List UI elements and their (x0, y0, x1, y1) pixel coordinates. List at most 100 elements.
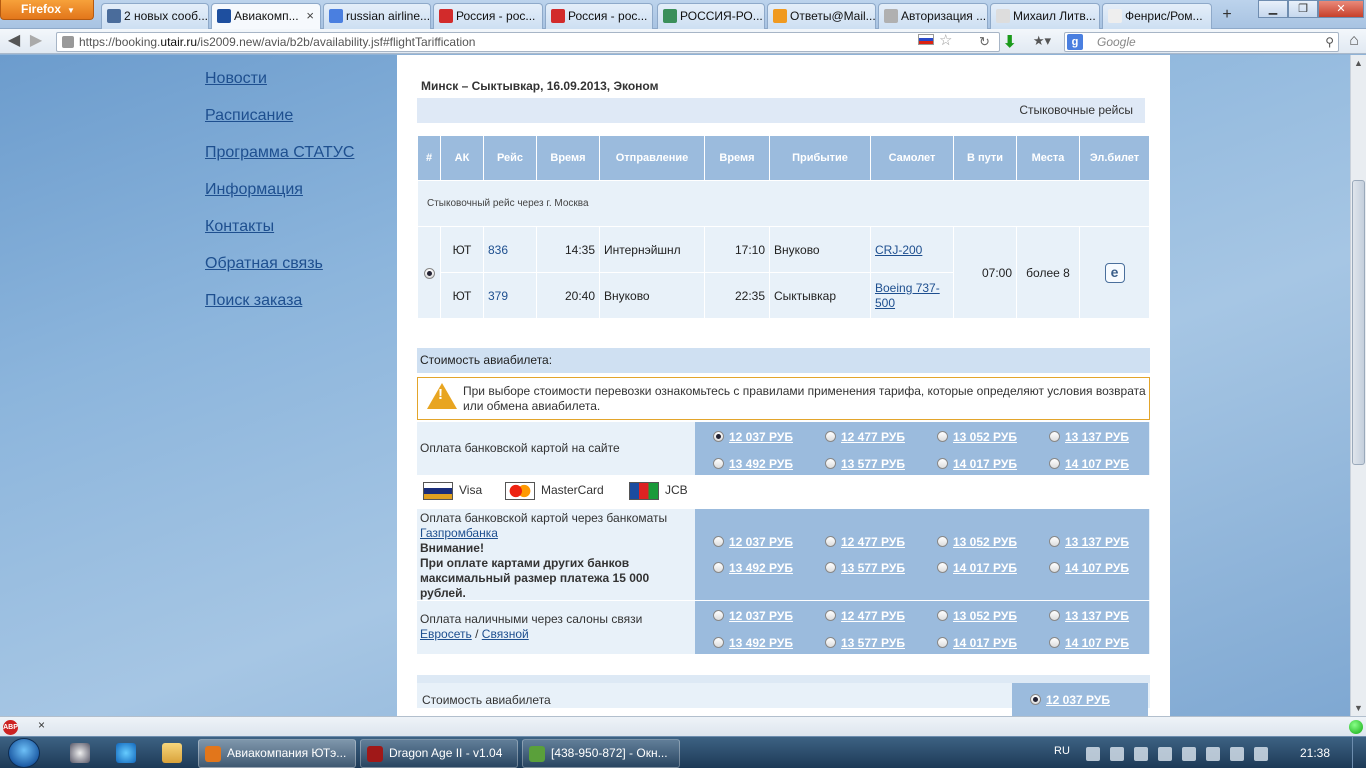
price-option[interactable]: 13 052 РУБ (937, 609, 1017, 623)
close-window-button[interactable]: ✕ (1318, 0, 1364, 18)
radio-icon[interactable] (937, 636, 948, 648)
home-icon[interactable]: ⌂ (1344, 31, 1364, 51)
radio-icon[interactable] (1049, 561, 1060, 573)
bookmark-star-icon[interactable]: ☆ (939, 32, 952, 50)
back-icon[interactable]: ◀ (4, 31, 24, 51)
aircraft-link[interactable]: CRJ-200 (875, 243, 922, 257)
browser-tab[interactable]: Россия - рос... (433, 3, 543, 29)
radio-selected-icon[interactable] (423, 267, 435, 279)
price-option[interactable]: 14 107 РУБ (1049, 636, 1129, 650)
restore-button[interactable]: ❐ (1288, 0, 1318, 18)
aircraft-link[interactable]: Boeing 737-500 (875, 281, 940, 310)
price-option[interactable]: 14 017 РУБ (937, 561, 1017, 575)
browser-tab[interactable]: Михаил Литв... (990, 3, 1100, 29)
flight-select-radio[interactable] (418, 227, 440, 318)
radio-icon[interactable] (713, 609, 724, 621)
sidebar-item[interactable]: Новости (205, 70, 267, 88)
browser-tab[interactable]: russian airline... (323, 3, 431, 29)
price-option[interactable]: 13 137 РУБ (1049, 430, 1129, 444)
show-desktop-button[interactable] (1352, 737, 1366, 768)
firefox-menu-button[interactable]: Firefox ▼ (0, 0, 94, 20)
url-bar[interactable]: https://booking.utair.ru/is2009.new/avia… (56, 32, 1000, 52)
taskbar-task[interactable]: [438-950-872] - Окн... (522, 739, 680, 768)
sidebar-item[interactable]: Контакты (205, 218, 274, 236)
tray-icon[interactable] (1158, 747, 1172, 761)
signal-tray-icon[interactable] (1254, 747, 1268, 761)
radio-icon[interactable] (825, 636, 836, 648)
radio-icon[interactable] (1049, 609, 1060, 621)
browser-tab[interactable]: 2 новых сооб... (101, 3, 209, 29)
bookmarks-menu-icon[interactable]: ★▾ (1028, 31, 1056, 51)
price-option[interactable]: 14 107 РУБ (1049, 457, 1129, 471)
price-option[interactable]: 14 017 РУБ (937, 636, 1017, 650)
radio-selected-icon[interactable] (713, 430, 724, 442)
close-addon-bar-icon[interactable]: × (38, 718, 45, 732)
total-price-option[interactable]: 12 037 РУБ (1030, 693, 1110, 707)
browser-tab[interactable]: Россия - рос... (545, 3, 653, 29)
price-option[interactable]: 12 477 РУБ (825, 430, 905, 444)
scroll-up-icon[interactable]: ▲ (1351, 55, 1366, 71)
start-button[interactable] (2, 737, 46, 768)
radio-icon[interactable] (1049, 535, 1060, 547)
scroll-thumb[interactable] (1352, 180, 1365, 465)
euroset-link[interactable]: Евросеть (420, 627, 472, 641)
search-input[interactable]: g Google ⚲ (1064, 32, 1339, 52)
price-option[interactable]: 13 492 РУБ (713, 561, 793, 575)
sidebar-item[interactable]: Поиск заказа (205, 292, 302, 310)
radio-icon[interactable] (713, 561, 724, 573)
radio-icon[interactable] (937, 561, 948, 573)
flight-number-link[interactable]: 836 (488, 243, 508, 257)
price-option[interactable]: 13 577 РУБ (825, 636, 905, 650)
radio-icon[interactable] (825, 535, 836, 547)
taskbar-task[interactable]: Авиакомпания ЮТэ... (198, 739, 356, 768)
adblock-plus-icon[interactable]: ABP (3, 720, 18, 735)
radio-icon[interactable] (937, 457, 948, 469)
tab-close-icon[interactable]: × (306, 4, 314, 28)
table-row[interactable]: ЮТ 836 14:35 Интернэйшнл 17:10 Внуково C… (418, 227, 1149, 318)
tray-icon[interactable] (1134, 747, 1148, 761)
taskbar-task[interactable]: Dragon Age II - v1.04 (360, 739, 518, 768)
price-option[interactable]: 13 137 РУБ (1049, 609, 1129, 623)
price-option[interactable]: 12 477 РУБ (825, 609, 905, 623)
vertical-scrollbar[interactable]: ▲ ▼ (1350, 55, 1366, 716)
price-option[interactable]: 12 037 РУБ (713, 609, 793, 623)
google-icon[interactable]: g (1067, 34, 1083, 50)
sidebar-item[interactable]: Расписание (205, 107, 293, 125)
radio-icon[interactable] (825, 609, 836, 621)
language-indicator[interactable]: RU (1054, 745, 1070, 757)
price-option[interactable]: 14 107 РУБ (1049, 561, 1129, 575)
price-option[interactable]: 12 037 РУБ (713, 535, 793, 549)
tray-icon[interactable] (1086, 747, 1100, 761)
price-option[interactable]: 12 477 РУБ (825, 535, 905, 549)
price-option[interactable]: 12 037 РУБ (713, 430, 793, 444)
radio-icon[interactable] (937, 535, 948, 547)
radio-icon[interactable] (1049, 457, 1060, 469)
sidebar-item[interactable]: Обратная связь (205, 255, 323, 273)
radio-icon[interactable] (937, 609, 948, 621)
radio-selected-icon[interactable] (1030, 693, 1041, 705)
radio-icon[interactable] (713, 636, 724, 648)
browser-tab[interactable]: Фенрис/Ром... (1102, 3, 1212, 29)
network-tray-icon[interactable] (1206, 747, 1220, 761)
radio-icon[interactable] (825, 561, 836, 573)
price-option[interactable]: 13 492 РУБ (713, 636, 793, 650)
svyaznoy-link[interactable]: Связной (482, 627, 529, 641)
gazprombank-link[interactable]: Газпромбанка (420, 526, 498, 540)
minimize-button[interactable]: ▁ (1258, 0, 1288, 18)
volume-tray-icon[interactable] (1230, 747, 1244, 761)
flight-number-link[interactable]: 379 (488, 289, 508, 303)
forward-icon[interactable]: ▶ (26, 31, 46, 51)
price-option[interactable]: 13 052 РУБ (937, 535, 1017, 549)
reload-icon[interactable]: ↻ (979, 33, 990, 51)
price-option[interactable]: 13 577 РУБ (825, 457, 905, 471)
browser-tab[interactable]: Ответы@Mail... (767, 3, 876, 29)
site-identity-icon[interactable] (62, 36, 74, 48)
quick-launch-icon[interactable] (70, 743, 90, 763)
clock[interactable]: 21:38 (1300, 746, 1330, 760)
radio-icon[interactable] (1049, 636, 1060, 648)
radio-icon[interactable] (713, 535, 724, 547)
russia-flag-icon[interactable] (918, 34, 934, 45)
flag-tray-icon[interactable] (1182, 747, 1196, 761)
radio-icon[interactable] (713, 457, 724, 469)
price-option[interactable]: 13 492 РУБ (713, 457, 793, 471)
